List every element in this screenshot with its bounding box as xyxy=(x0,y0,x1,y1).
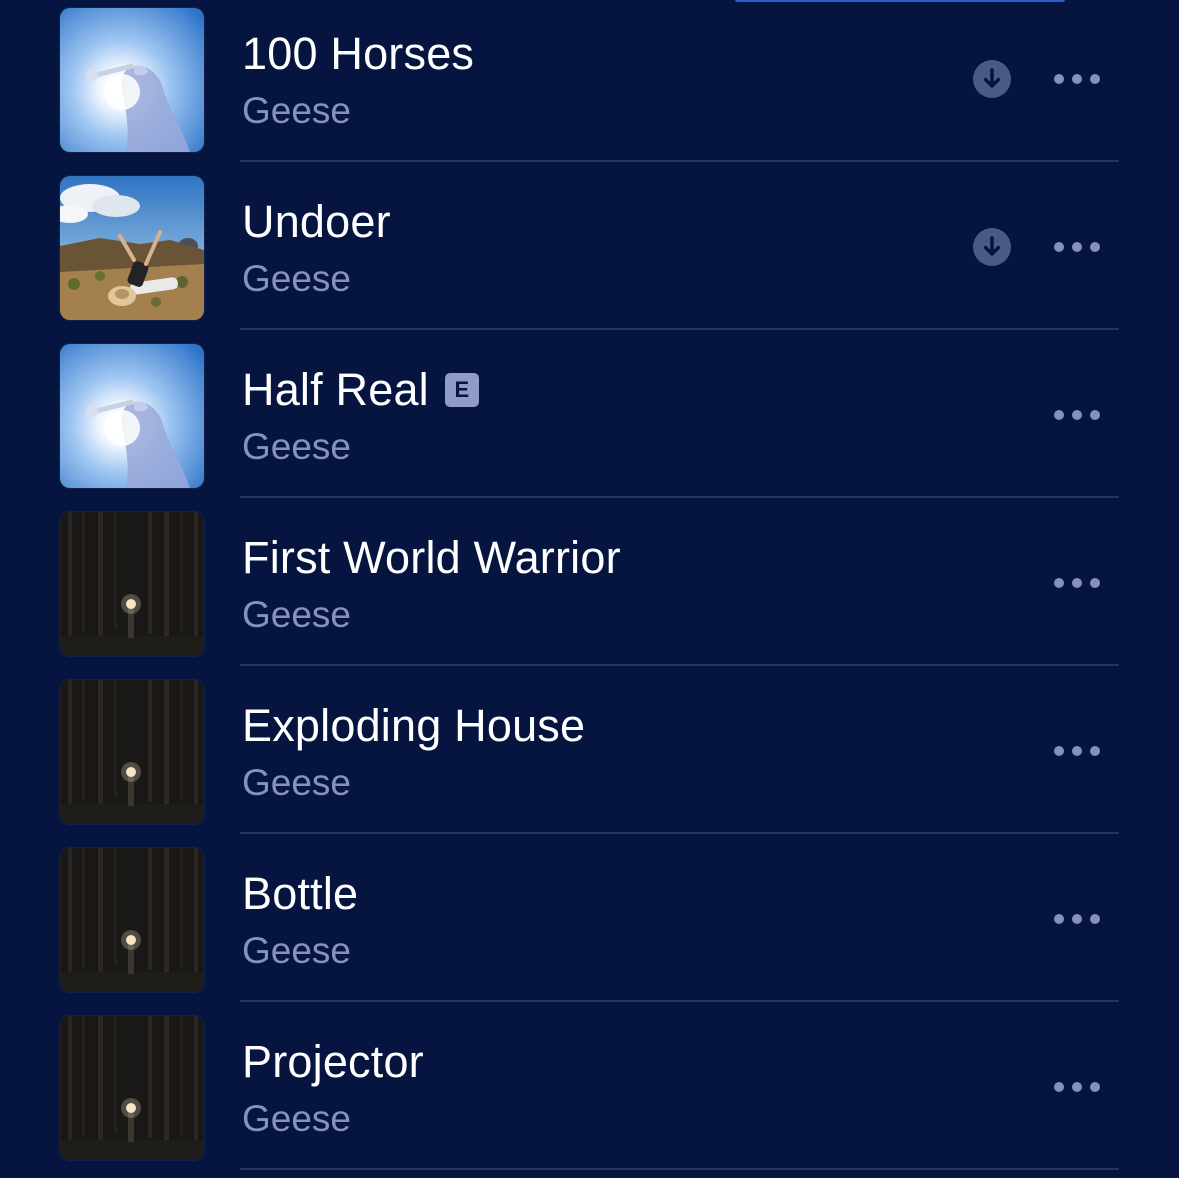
album-artwork xyxy=(60,344,204,488)
artist-name: Geese xyxy=(242,90,352,131)
album-artwork xyxy=(60,8,204,152)
song-title-line: Half Real E xyxy=(242,362,479,418)
trumpet-cover-icon xyxy=(60,344,204,488)
row-divider xyxy=(240,496,1119,498)
more-icon[interactable] xyxy=(1048,232,1106,262)
song-title: Bottle xyxy=(242,868,359,919)
row-divider xyxy=(240,832,1119,834)
artist-name: Geese xyxy=(242,930,352,971)
artist-name: Geese xyxy=(242,594,352,635)
song-row[interactable]: First World Warrior Geese xyxy=(0,504,1179,672)
song-list: 100 Horses Geese Undoer Geese Half Real … xyxy=(0,0,1179,1178)
row-divider xyxy=(240,1168,1119,1170)
artist-name: Geese xyxy=(242,258,352,299)
row-divider xyxy=(240,1000,1119,1002)
song-title-line: Undoer xyxy=(242,194,391,250)
song-row[interactable]: Bottle Geese xyxy=(0,840,1179,1008)
dark-forest-cover-icon xyxy=(60,512,204,656)
song-title: First World Warrior xyxy=(242,532,621,583)
more-icon[interactable] xyxy=(1048,736,1106,766)
more-icon[interactable] xyxy=(1048,904,1106,934)
song-title-line: 100 Horses xyxy=(242,26,474,82)
song-row[interactable]: Projector Geese xyxy=(0,1008,1179,1176)
song-title: Projector xyxy=(242,1036,424,1087)
dark-forest-cover-icon xyxy=(60,680,204,824)
album-artwork xyxy=(60,1016,204,1160)
song-title: Exploding House xyxy=(242,700,586,751)
song-title-line: Bottle xyxy=(242,866,358,922)
more-icon[interactable] xyxy=(1048,1072,1106,1102)
more-icon[interactable] xyxy=(1048,400,1106,430)
artist-name: Geese xyxy=(242,426,352,467)
artist-name: Geese xyxy=(242,762,352,803)
song-row[interactable]: 100 Horses Geese xyxy=(0,0,1179,168)
desert-figure-cover-icon xyxy=(60,176,204,320)
song-title: Half Real xyxy=(242,364,429,415)
song-row[interactable]: Half Real E Geese xyxy=(0,336,1179,504)
more-icon[interactable] xyxy=(1048,568,1106,598)
song-title-line: Projector xyxy=(242,1034,424,1090)
explicit-badge: E xyxy=(444,373,479,407)
album-artwork xyxy=(60,512,204,656)
song-title: 100 Horses xyxy=(242,28,475,79)
more-icon[interactable] xyxy=(1048,64,1106,94)
row-divider xyxy=(240,328,1119,330)
download-icon[interactable] xyxy=(973,60,1011,98)
dark-forest-cover-icon xyxy=(60,1016,204,1160)
album-artwork xyxy=(60,176,204,320)
album-artwork xyxy=(60,848,204,992)
song-row[interactable]: Undoer Geese xyxy=(0,168,1179,336)
trumpet-cover-icon xyxy=(60,8,204,152)
row-divider xyxy=(240,160,1119,162)
song-title-line: First World Warrior xyxy=(242,530,621,586)
song-title-line: Exploding House xyxy=(242,698,585,754)
download-icon[interactable] xyxy=(973,228,1011,266)
row-divider xyxy=(240,664,1119,666)
dark-forest-cover-icon xyxy=(60,848,204,992)
artist-name: Geese xyxy=(242,1098,352,1139)
song-title: Undoer xyxy=(242,196,391,247)
song-row[interactable]: Exploding House Geese xyxy=(0,672,1179,840)
album-artwork xyxy=(60,680,204,824)
